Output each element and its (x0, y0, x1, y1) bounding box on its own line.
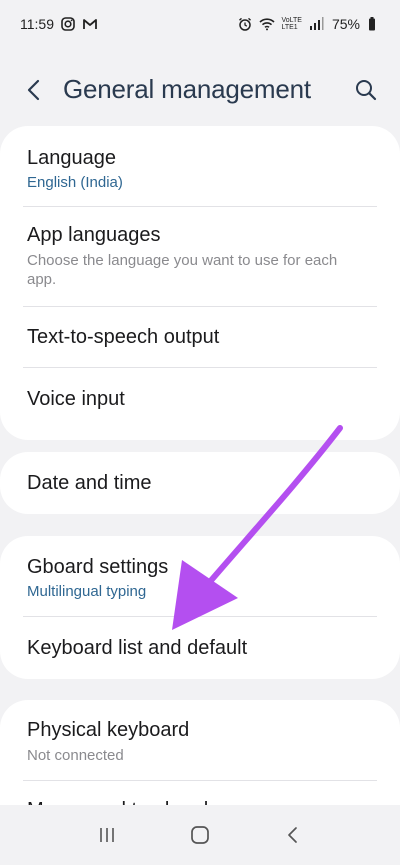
page-title: General management (63, 74, 311, 104)
battery-icon (366, 16, 382, 32)
date-time-item[interactable]: Date and time (0, 452, 400, 514)
keyboard-list-item[interactable]: Keyboard list and default (0, 617, 400, 679)
back-button[interactable] (18, 74, 50, 106)
nav-back-icon (288, 827, 298, 843)
network-label-bottom: LTE1 (281, 24, 298, 31)
app-languages-description: Choose the language you want to use for … (27, 252, 338, 288)
nav-back-button[interactable] (273, 815, 313, 855)
status-left: 11:59 (20, 16, 98, 32)
language-card: Language English (India) App languages C… (0, 126, 400, 440)
status-bar: 11:59 VoLTE LTE1 75% (0, 0, 400, 48)
home-icon (191, 826, 209, 844)
physical-keyboard-description: Not connected (27, 747, 124, 764)
language-item[interactable]: Language English (India) (0, 126, 400, 206)
language-title: Language (27, 147, 116, 169)
keyboard-list-title: Keyboard list and default (27, 636, 248, 659)
app-languages-item[interactable]: App languages Choose the language you wa… (0, 207, 400, 306)
app-header: General management (0, 60, 400, 120)
navigation-bar (0, 805, 400, 865)
date-time-title: Date and time (27, 471, 152, 494)
gboard-settings-subtitle: Multilingual typing (27, 583, 147, 600)
gboard-settings-title: Gboard settings (27, 556, 169, 578)
wifi-icon (259, 16, 276, 32)
search-icon (356, 80, 377, 101)
language-subtitle: English (India) (27, 174, 123, 191)
chevron-left-icon (27, 79, 40, 101)
alarm-icon (237, 16, 253, 32)
home-button[interactable] (180, 815, 220, 855)
datetime-card: Date and time (0, 452, 400, 514)
recents-icon (99, 828, 114, 842)
physical-keyboard-title: Physical keyboard (27, 719, 190, 741)
network-label: VoLTE LTE1 (281, 17, 302, 31)
network-label-top: VoLTE (281, 17, 302, 24)
signal-icon (308, 16, 324, 32)
recents-button[interactable] (87, 815, 127, 855)
battery-percent: 75% (331, 16, 360, 32)
instagram-icon (60, 16, 76, 32)
voice-input-title: Voice input (27, 387, 125, 410)
app-languages-title: App languages (27, 224, 161, 246)
tts-output-item[interactable]: Text-to-speech output (0, 307, 400, 367)
physical-keyboard-item[interactable]: Physical keyboard Not connected (0, 700, 400, 780)
tts-output-title: Text-to-speech output (27, 325, 220, 348)
gmail-icon (82, 16, 98, 32)
status-time: 11:59 (20, 16, 54, 32)
keyboard-card: Gboard settings Multilingual typing Keyb… (0, 536, 400, 679)
search-button[interactable] (350, 74, 382, 106)
gboard-settings-item[interactable]: Gboard settings Multilingual typing (0, 536, 400, 616)
voice-input-item[interactable]: Voice input (0, 368, 400, 430)
status-right: VoLTE LTE1 75% (237, 16, 382, 32)
